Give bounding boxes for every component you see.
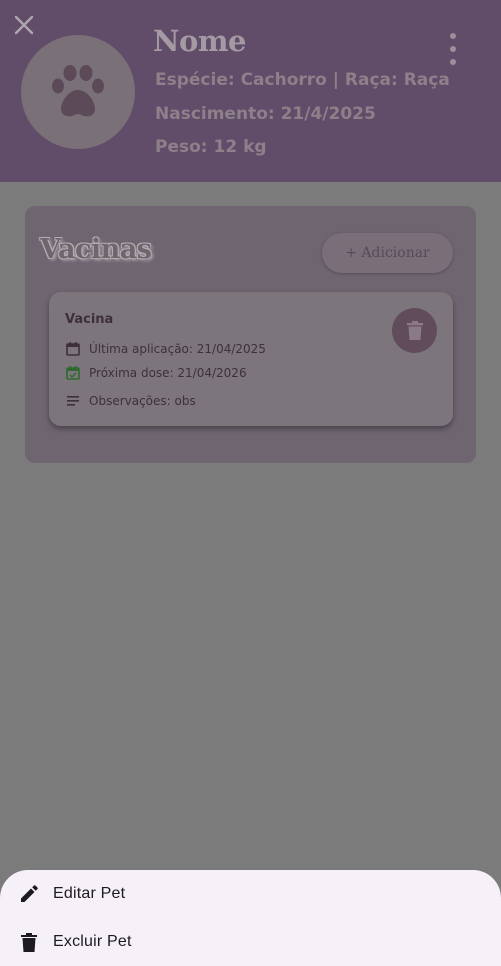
menu-item-label: Excluir Pet	[53, 933, 132, 950]
vaccine-next-dose-row: Próxima dose: 21/04/2026	[65, 365, 247, 381]
trash-icon	[406, 320, 423, 340]
notes-icon	[67, 396, 79, 406]
menu-item-label: Editar Pet	[53, 885, 126, 902]
close-icon	[14, 15, 34, 35]
vaccine-name: Vacina	[65, 312, 114, 327]
add-vaccine-button[interactable]: + Adicionar	[322, 233, 453, 273]
delete-vaccine-button[interactable]	[392, 308, 437, 353]
vaccine-notes: Observações: obs	[89, 394, 196, 408]
vaccine-next-dose: Próxima dose: 21/04/2026	[89, 366, 247, 380]
more-vert-icon	[450, 33, 456, 39]
pet-actions-sheet: Editar Pet Excluir Pet	[0, 870, 501, 966]
menu-item-delete-pet[interactable]: Excluir Pet	[0, 918, 501, 966]
close-button[interactable]	[11, 12, 37, 38]
vaccine-last-application-row: Última aplicação: 21/04/2025	[65, 341, 266, 357]
calendar-check-icon	[66, 366, 80, 380]
vaccines-title: Vacinas	[40, 234, 152, 265]
pet-avatar	[21, 35, 135, 149]
calendar-icon	[66, 342, 80, 356]
pet-species-breed: Espécie: Cachorro | Raça: Raça	[155, 70, 450, 90]
pet-weight: Peso: 12 kg	[155, 137, 267, 157]
pet-details-screen: Nome Espécie: Cachorro | Raça: Raça Nasc…	[0, 0, 501, 966]
vaccine-card[interactable]: Vacina Última aplicação: 21/04/2025 Próx…	[49, 292, 453, 426]
pet-birth-date: Nascimento: 21/4/2025	[155, 104, 376, 124]
pet-header: Nome Espécie: Cachorro | Raça: Raça Nasc…	[0, 0, 501, 182]
more-options-button[interactable]	[442, 33, 464, 65]
paw-icon	[52, 65, 104, 117]
vaccine-notes-row: Observações: obs	[65, 393, 196, 409]
menu-item-edit-pet[interactable]: Editar Pet	[0, 870, 501, 918]
vaccine-last-application: Última aplicação: 21/04/2025	[89, 342, 266, 356]
trash-icon	[21, 932, 37, 952]
edit-icon	[21, 885, 38, 902]
pet-name: Nome	[153, 24, 247, 58]
